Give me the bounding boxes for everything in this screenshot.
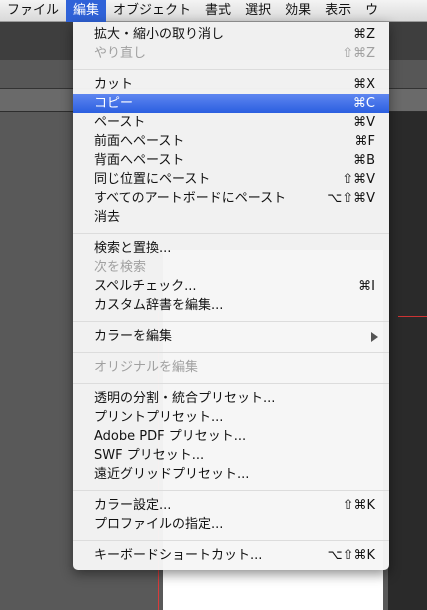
submenu-arrow-icon [371,332,378,342]
menu-item-find-replace[interactable]: 検索と置換... [73,239,389,258]
menu-item-edit-custom-dictionary[interactable]: カスタム辞書を編集... [73,296,389,315]
menu-item-adobe-pdf-presets[interactable]: Adobe PDF プリセット... [73,427,389,446]
menu-separator [73,490,389,491]
menu-item-color-settings[interactable]: カラー設定... ⇧⌘K [73,496,389,515]
menu-edit[interactable]: 編集 [66,0,107,22]
menu-item-clear[interactable]: 消去 [73,208,389,227]
menu-separator [73,69,389,70]
menu-separator [73,540,389,541]
bleed-guide-line [398,316,427,317]
menu-item-print-presets[interactable]: プリントプリセット... [73,408,389,427]
menu-separator [73,233,389,234]
menu-item-redo: やり直し ⇧⌘Z [94,46,375,61]
menu-separator [73,321,389,322]
menu-separator [73,383,389,384]
menu-item-check-spelling[interactable]: スペルチェック... ⌘I [73,277,389,296]
menu-item-transparency-flattener-presets[interactable]: 透明の分割・統合プリセット... [73,389,389,408]
menu-item-edit-original: オリジナルを編集 [94,360,199,375]
menu-separator [73,352,389,353]
menu-item-copy[interactable]: コピー ⌘C [73,94,389,113]
menu-bar: ファイル 編集 オブジェクト 書式 選択 効果 表示 ウ [0,0,427,22]
menu-view[interactable]: 表示 [318,0,358,22]
menu-item-paste-in-place[interactable]: 同じ位置にペースト ⇧⌘V [73,170,389,189]
right-panel-edge [388,112,427,610]
menu-item-assign-profile[interactable]: プロファイルの指定... [73,515,389,534]
menu-item-paste-on-all-artboards[interactable]: すべてのアートボードにペースト ⌥⇧⌘V [73,189,389,208]
menu-effect[interactable]: 効果 [278,0,318,22]
menu-item-perspective-grid-presets[interactable]: 遠近グリッドプリセット... [73,465,389,484]
menu-item-find-next: 次を検索 [94,260,147,275]
menu-file[interactable]: ファイル [0,0,66,22]
menu-item-swf-presets[interactable]: SWF プリセット... [73,446,389,465]
menu-item-paste-in-front[interactable]: 前面へペースト ⌘F [73,132,389,151]
edit-menu-dropdown: 拡大・縮小の取り消し ⌘Z やり直し ⇧⌘Z カット ⌘X コピー ⌘C ペースト ⌘V … [73,22,389,570]
menu-item-edit-colors[interactable]: カラーを編集 [73,327,389,346]
menu-window[interactable]: ウ [358,0,385,22]
menu-item-paste-in-back[interactable]: 背面へペースト ⌘B [73,151,389,170]
menu-item-cut[interactable]: カット ⌘X [73,75,389,94]
menu-select[interactable]: 選択 [238,0,278,22]
menu-type[interactable]: 書式 [198,0,238,22]
menu-item-keyboard-shortcuts[interactable]: キーボードショートカット... ⌥⇧⌘K [73,546,389,565]
menu-item-undo[interactable]: 拡大・縮小の取り消し ⌘Z [73,25,389,44]
menu-item-paste[interactable]: ペースト ⌘V [73,113,389,132]
menu-object[interactable]: オブジェクト [106,0,198,22]
